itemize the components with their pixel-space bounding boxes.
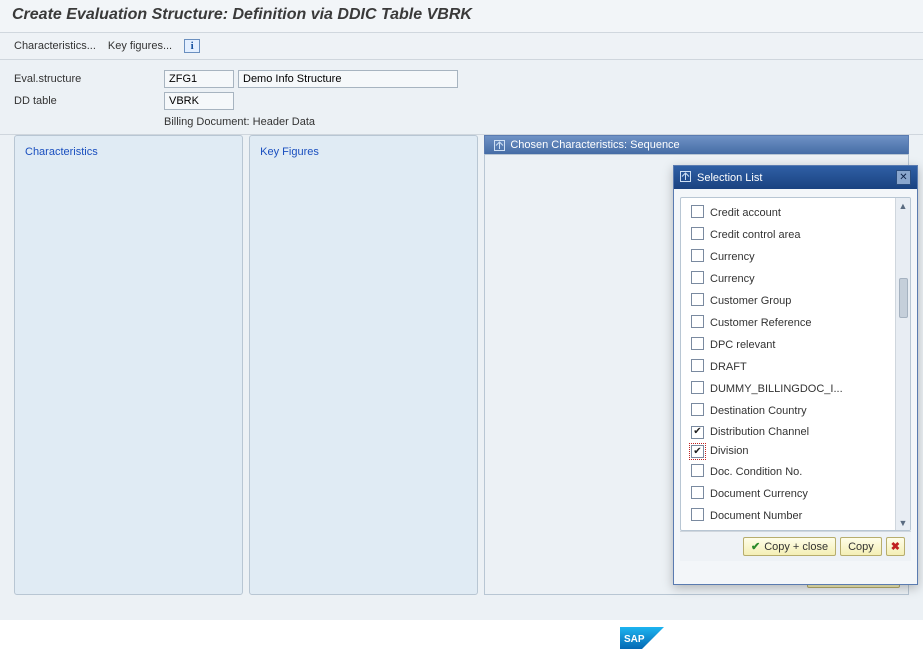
list-item-label: DPC relevant — [710, 339, 775, 351]
list-item[interactable]: Distribution Channel — [689, 422, 894, 442]
list-item[interactable]: DUMMY_BILLINGDOC_I... — [689, 378, 894, 400]
x-icon: ✖ — [891, 540, 900, 553]
checkbox[interactable] — [691, 337, 704, 350]
checkbox[interactable] — [691, 403, 704, 416]
chosen-panel-title: Chosen Characteristics: Sequence — [510, 139, 679, 151]
list-item-label: Distribution Channel — [710, 426, 809, 438]
checkbox[interactable] — [691, 381, 704, 394]
scroll-down-arrow[interactable]: ▼ — [896, 515, 910, 530]
dialog-footer: ✔ Copy + close Copy ✖ — [680, 531, 911, 561]
list-item-label: Customer Reference — [710, 317, 812, 329]
checkbox[interactable] — [691, 426, 704, 439]
checkbox[interactable] — [691, 508, 704, 521]
form-area: Eval.structure DD table Billing Document… — [0, 60, 923, 135]
dialog-body: Credit account Credit control area Currenc… — [674, 189, 917, 584]
toolbar: Characteristics... Key figures... i — [0, 33, 923, 60]
dialog-titlebar[interactable]: Selection List ✕ — [674, 166, 917, 189]
checkbox[interactable] — [691, 464, 704, 477]
list-item[interactable]: Credit account — [689, 202, 894, 224]
dialog-copy-close-button[interactable]: ✔ Copy + close — [743, 537, 836, 556]
eval-structure-label: Eval.structure — [14, 73, 164, 85]
checkbox[interactable] — [691, 445, 704, 458]
list-item-label: Destination Country — [710, 405, 807, 417]
button-label: Copy — [848, 541, 874, 553]
checkbox[interactable] — [691, 359, 704, 372]
checkbox[interactable] — [691, 293, 704, 306]
selection-list-dialog: Selection List ✕ Credit account Credit co… — [673, 165, 918, 585]
scroll-thumb[interactable] — [899, 278, 908, 318]
list-item-label: Credit control area — [710, 229, 801, 241]
button-label: Copy + close — [764, 541, 828, 553]
checkbox[interactable] — [691, 271, 704, 284]
list-item-label: Document Number — [710, 510, 802, 522]
dd-table-label: DD table — [14, 95, 164, 107]
list-item[interactable]: Currency — [689, 268, 894, 290]
check-icon: ✔ — [751, 540, 760, 553]
dialog-cancel-button[interactable]: ✖ — [886, 537, 905, 556]
list-item[interactable]: Credit control area — [689, 224, 894, 246]
key-figures-link[interactable]: Key Figures — [260, 146, 319, 158]
characteristics-panel: Characteristics — [14, 135, 243, 595]
key-figures-panel: Key Figures — [249, 135, 478, 595]
eval-structure-input[interactable] — [164, 70, 234, 88]
list-item-label: Doc. Condition No. — [710, 466, 802, 478]
svg-text:SAP: SAP — [624, 634, 645, 645]
chosen-panel-header: Chosen Characteristics: Sequence — [484, 135, 909, 154]
status-bar — [0, 629, 923, 655]
list-item-label: DRAFT — [710, 361, 747, 373]
characteristics-menu[interactable]: Characteristics... — [14, 40, 96, 52]
list-item-label: Currency — [710, 273, 755, 285]
checkbox[interactable] — [691, 227, 704, 240]
eval-structure-desc-input[interactable] — [238, 70, 458, 88]
list-item[interactable]: Document Number — [689, 505, 894, 527]
selection-list: Credit account Credit control area Currenc… — [680, 197, 911, 531]
dialog-title: Selection List — [697, 172, 762, 184]
characteristics-link[interactable]: Characteristics — [25, 146, 98, 158]
list-item[interactable]: Currency — [689, 246, 894, 268]
list-item[interactable]: Customer Reference — [689, 312, 894, 334]
dd-table-input[interactable] — [164, 92, 234, 110]
dd-table-desc: Billing Document: Header Data — [14, 114, 909, 130]
list-item-label: Credit account — [710, 207, 781, 219]
list-item-label: Customer Group — [710, 295, 791, 307]
list-item[interactable]: Destination Country — [689, 400, 894, 422]
expand-icon[interactable] — [493, 139, 505, 151]
checkbox[interactable] — [691, 486, 704, 499]
checkbox[interactable] — [691, 205, 704, 218]
list-item[interactable]: DRAFT — [689, 356, 894, 378]
scroll-up-arrow[interactable]: ▲ — [896, 198, 910, 213]
list-item-label: DUMMY_BILLINGDOC_I... — [710, 383, 843, 395]
dialog-close-button[interactable]: ✕ — [896, 170, 911, 185]
list-item-label: Document Currency — [710, 488, 808, 500]
scrollbar[interactable]: ▲ ▼ — [895, 198, 910, 530]
checkbox[interactable] — [691, 315, 704, 328]
list-item[interactable]: DPC relevant — [689, 334, 894, 356]
info-icon[interactable]: i — [184, 39, 200, 53]
sap-logo: SAP — [620, 627, 664, 649]
page-title: Create Evaluation Structure: Definition … — [0, 0, 923, 33]
list-item-label: Division — [710, 445, 749, 457]
list-item[interactable]: Division — [689, 442, 894, 462]
list-item-label: Currency — [710, 251, 755, 263]
expand-icon[interactable] — [680, 171, 691, 185]
list-item[interactable]: Customer Group — [689, 290, 894, 312]
dialog-copy-button[interactable]: Copy — [840, 537, 882, 556]
key-figures-menu[interactable]: Key figures... — [108, 40, 172, 52]
checkbox[interactable] — [691, 249, 704, 262]
list-item[interactable]: Doc. Condition No. — [689, 461, 894, 483]
list-item[interactable]: Document Currency — [689, 483, 894, 505]
